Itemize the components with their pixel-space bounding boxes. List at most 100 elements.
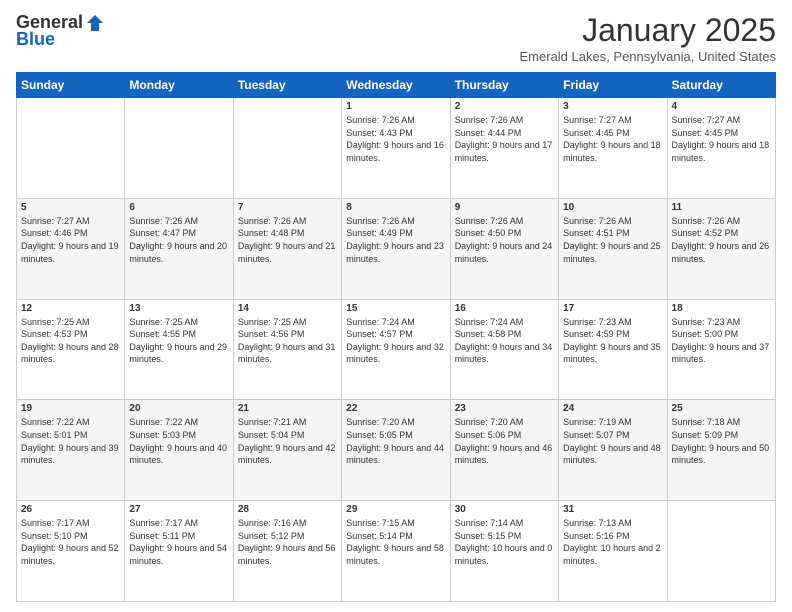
day-number: 11: [672, 202, 771, 213]
day-number: 8: [346, 202, 445, 213]
calendar-cell: 21 Sunrise: 7:21 AMSunset: 5:04 PMDayligh…: [233, 400, 341, 501]
day-info: Sunrise: 7:26 AMSunset: 4:52 PMDaylight:…: [672, 215, 771, 265]
day-info: Sunrise: 7:25 AMSunset: 4:55 PMDaylight:…: [129, 316, 228, 366]
day-info: Sunrise: 7:16 AMSunset: 5:12 PMDaylight:…: [238, 517, 337, 567]
calendar-cell: 3 Sunrise: 7:27 AMSunset: 4:45 PMDaylight…: [559, 98, 667, 199]
logo: General Blue: [16, 12, 105, 50]
location: Emerald Lakes, Pennsylvania, United Stat…: [519, 49, 776, 64]
day-info: Sunrise: 7:20 AMSunset: 5:06 PMDaylight:…: [455, 416, 554, 466]
calendar-cell: [125, 98, 233, 199]
day-number: 7: [238, 202, 337, 213]
logo-icon: [85, 13, 105, 33]
day-info: Sunrise: 7:27 AMSunset: 4:45 PMDaylight:…: [563, 114, 662, 164]
day-number: 10: [563, 202, 662, 213]
day-info: Sunrise: 7:18 AMSunset: 5:09 PMDaylight:…: [672, 416, 771, 466]
day-info: Sunrise: 7:26 AMSunset: 4:50 PMDaylight:…: [455, 215, 554, 265]
month-title: January 2025: [519, 12, 776, 49]
calendar-cell: 20 Sunrise: 7:22 AMSunset: 5:03 PMDayligh…: [125, 400, 233, 501]
day-info: Sunrise: 7:27 AMSunset: 4:46 PMDaylight:…: [21, 215, 120, 265]
day-number: 9: [455, 202, 554, 213]
calendar-cell: [17, 98, 125, 199]
day-number: 3: [563, 101, 662, 112]
calendar-cell: 8 Sunrise: 7:26 AMSunset: 4:49 PMDaylight…: [342, 198, 450, 299]
calendar-cell: 23 Sunrise: 7:20 AMSunset: 5:06 PMDayligh…: [450, 400, 558, 501]
calendar-cell: 28 Sunrise: 7:16 AMSunset: 5:12 PMDayligh…: [233, 501, 341, 602]
day-number: 20: [129, 403, 228, 414]
day-number: 19: [21, 403, 120, 414]
day-info: Sunrise: 7:13 AMSunset: 5:16 PMDaylight:…: [563, 517, 662, 567]
day-number: 18: [672, 303, 771, 314]
calendar-cell: 31 Sunrise: 7:13 AMSunset: 5:16 PMDayligh…: [559, 501, 667, 602]
header: General Blue January 2025 Emerald Lakes,…: [16, 12, 776, 64]
day-info: Sunrise: 7:17 AMSunset: 5:11 PMDaylight:…: [129, 517, 228, 567]
calendar-cell: 25 Sunrise: 7:18 AMSunset: 5:09 PMDayligh…: [667, 400, 775, 501]
day-info: Sunrise: 7:26 AMSunset: 4:47 PMDaylight:…: [129, 215, 228, 265]
calendar-cell: 15 Sunrise: 7:24 AMSunset: 4:57 PMDayligh…: [342, 299, 450, 400]
day-number: 24: [563, 403, 662, 414]
day-number: 23: [455, 403, 554, 414]
day-number: 17: [563, 303, 662, 314]
calendar-cell: 6 Sunrise: 7:26 AMSunset: 4:47 PMDaylight…: [125, 198, 233, 299]
page: General Blue January 2025 Emerald Lakes,…: [0, 0, 792, 612]
day-number: 6: [129, 202, 228, 213]
day-number: 22: [346, 403, 445, 414]
day-number: 5: [21, 202, 120, 213]
day-info: Sunrise: 7:24 AMSunset: 4:57 PMDaylight:…: [346, 316, 445, 366]
calendar-cell: 7Sunrise: 7:26 AMSunset: 4:48 PMDaylight…: [233, 198, 341, 299]
calendar-cell: 14Sunrise: 7:25 AMSunset: 4:56 PMDayligh…: [233, 299, 341, 400]
day-info: Sunrise: 7:17 AMSunset: 5:10 PMDaylight:…: [21, 517, 120, 567]
day-number: 28: [238, 504, 337, 515]
calendar-cell: 4 Sunrise: 7:27 AMSunset: 4:45 PMDaylight…: [667, 98, 775, 199]
day-info: Sunrise: 7:15 AMSunset: 5:14 PMDaylight:…: [346, 517, 445, 567]
day-info: Sunrise: 7:27 AMSunset: 4:45 PMDaylight:…: [672, 114, 771, 164]
day-number: 16: [455, 303, 554, 314]
day-number: 12: [21, 303, 120, 314]
day-info: Sunrise: 7:24 AMSunset: 4:58 PMDaylight:…: [455, 316, 554, 366]
calendar-cell: 29 Sunrise: 7:15 AMSunset: 5:14 PMDayligh…: [342, 501, 450, 602]
day-info: Sunrise: 7:19 AMSunset: 5:07 PMDaylight:…: [563, 416, 662, 466]
day-number: 27: [129, 504, 228, 515]
day-number: 15: [346, 303, 445, 314]
day-number: 29: [346, 504, 445, 515]
weekday-header-monday: Monday: [125, 73, 233, 98]
calendar-cell: 30Sunrise: 7:14 AMSunset: 5:15 PMDayligh…: [450, 501, 558, 602]
day-number: 31: [563, 504, 662, 515]
calendar-cell: 9 Sunrise: 7:26 AMSunset: 4:50 PMDaylight…: [450, 198, 558, 299]
calendar-cell: 27 Sunrise: 7:17 AMSunset: 5:11 PMDayligh…: [125, 501, 233, 602]
calendar-cell: [233, 98, 341, 199]
calendar: SundayMondayTuesdayWednesdayThursdayFrid…: [16, 72, 776, 602]
calendar-cell: 1Sunrise: 7:26 AMSunset: 4:43 PMDaylight…: [342, 98, 450, 199]
day-info: Sunrise: 7:21 AMSunset: 5:04 PMDaylight:…: [238, 416, 337, 466]
day-info: Sunrise: 7:26 AMSunset: 4:44 PMDaylight:…: [455, 114, 554, 164]
day-info: Sunrise: 7:25 AMSunset: 4:56 PMDaylight:…: [238, 316, 337, 366]
calendar-cell: 18Sunrise: 7:23 AMSunset: 5:00 PMDayligh…: [667, 299, 775, 400]
weekday-header-friday: Friday: [559, 73, 667, 98]
weekday-header-wednesday: Wednesday: [342, 73, 450, 98]
day-number: 26: [21, 504, 120, 515]
weekday-header-thursday: Thursday: [450, 73, 558, 98]
title-block: January 2025 Emerald Lakes, Pennsylvania…: [519, 12, 776, 64]
weekday-header-sunday: Sunday: [17, 73, 125, 98]
day-number: 30: [455, 504, 554, 515]
day-number: 21: [238, 403, 337, 414]
calendar-cell: 11 Sunrise: 7:26 AMSunset: 4:52 PMDayligh…: [667, 198, 775, 299]
calendar-cell: 16 Sunrise: 7:24 AMSunset: 4:58 PMDayligh…: [450, 299, 558, 400]
day-number: 2: [455, 101, 554, 112]
day-info: Sunrise: 7:22 AMSunset: 5:03 PMDaylight:…: [129, 416, 228, 466]
day-info: Sunrise: 7:26 AMSunset: 4:51 PMDaylight:…: [563, 215, 662, 265]
calendar-cell: 17Sunrise: 7:23 AMSunset: 4:59 PMDayligh…: [559, 299, 667, 400]
logo-blue-text: Blue: [16, 29, 55, 50]
calendar-cell: 12 Sunrise: 7:25 AMSunset: 4:53 PMDayligh…: [17, 299, 125, 400]
weekday-header-saturday: Saturday: [667, 73, 775, 98]
day-info: Sunrise: 7:26 AMSunset: 4:49 PMDaylight:…: [346, 215, 445, 265]
calendar-cell: 26 Sunrise: 7:17 AMSunset: 5:10 PMDayligh…: [17, 501, 125, 602]
day-info: Sunrise: 7:25 AMSunset: 4:53 PMDaylight:…: [21, 316, 120, 366]
day-info: Sunrise: 7:20 AMSunset: 5:05 PMDaylight:…: [346, 416, 445, 466]
day-number: 4: [672, 101, 771, 112]
day-number: 25: [672, 403, 771, 414]
day-info: Sunrise: 7:26 AMSunset: 4:43 PMDaylight:…: [346, 114, 445, 164]
calendar-cell: 5 Sunrise: 7:27 AMSunset: 4:46 PMDaylight…: [17, 198, 125, 299]
calendar-cell: 13Sunrise: 7:25 AMSunset: 4:55 PMDayligh…: [125, 299, 233, 400]
calendar-cell: 24 Sunrise: 7:19 AMSunset: 5:07 PMDayligh…: [559, 400, 667, 501]
weekday-header-tuesday: Tuesday: [233, 73, 341, 98]
